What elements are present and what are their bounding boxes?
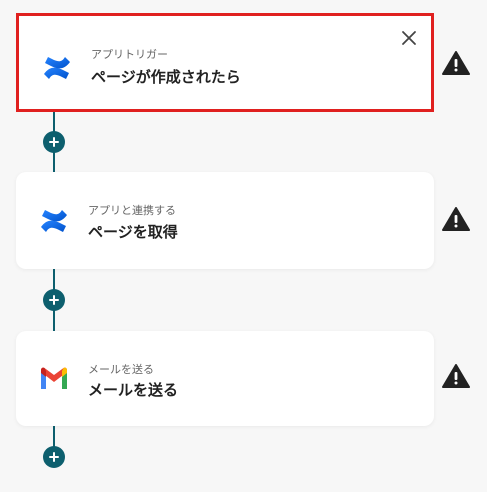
plus-icon (49, 295, 59, 305)
step-card-get-page[interactable]: アプリと連携する ページを取得 (16, 172, 434, 269)
step-type-label: アプリと連携する (88, 204, 176, 217)
add-step-button[interactable] (43, 446, 65, 468)
step-title: ページが作成されたら (91, 68, 241, 86)
plus-icon (49, 452, 59, 462)
step-type-label: アプリトリガー (91, 48, 168, 61)
step-title: メールを送る (88, 381, 179, 399)
step-type-label: メールを送る (88, 363, 154, 376)
step-card-trigger[interactable]: アプリトリガー ページが作成されたら (16, 13, 434, 112)
step-card-send-mail[interactable]: メールを送る メールを送る (16, 331, 434, 426)
close-icon[interactable] (399, 28, 419, 48)
warning-icon (442, 364, 470, 388)
plus-icon (49, 137, 59, 147)
warning-icon (442, 207, 470, 231)
warning-icon (442, 51, 470, 75)
gmail-icon (41, 367, 67, 389)
confluence-icon (41, 210, 67, 232)
confluence-icon (44, 57, 70, 79)
step-title: ページを取得 (88, 223, 178, 241)
add-step-button[interactable] (43, 131, 65, 153)
add-step-button[interactable] (43, 289, 65, 311)
